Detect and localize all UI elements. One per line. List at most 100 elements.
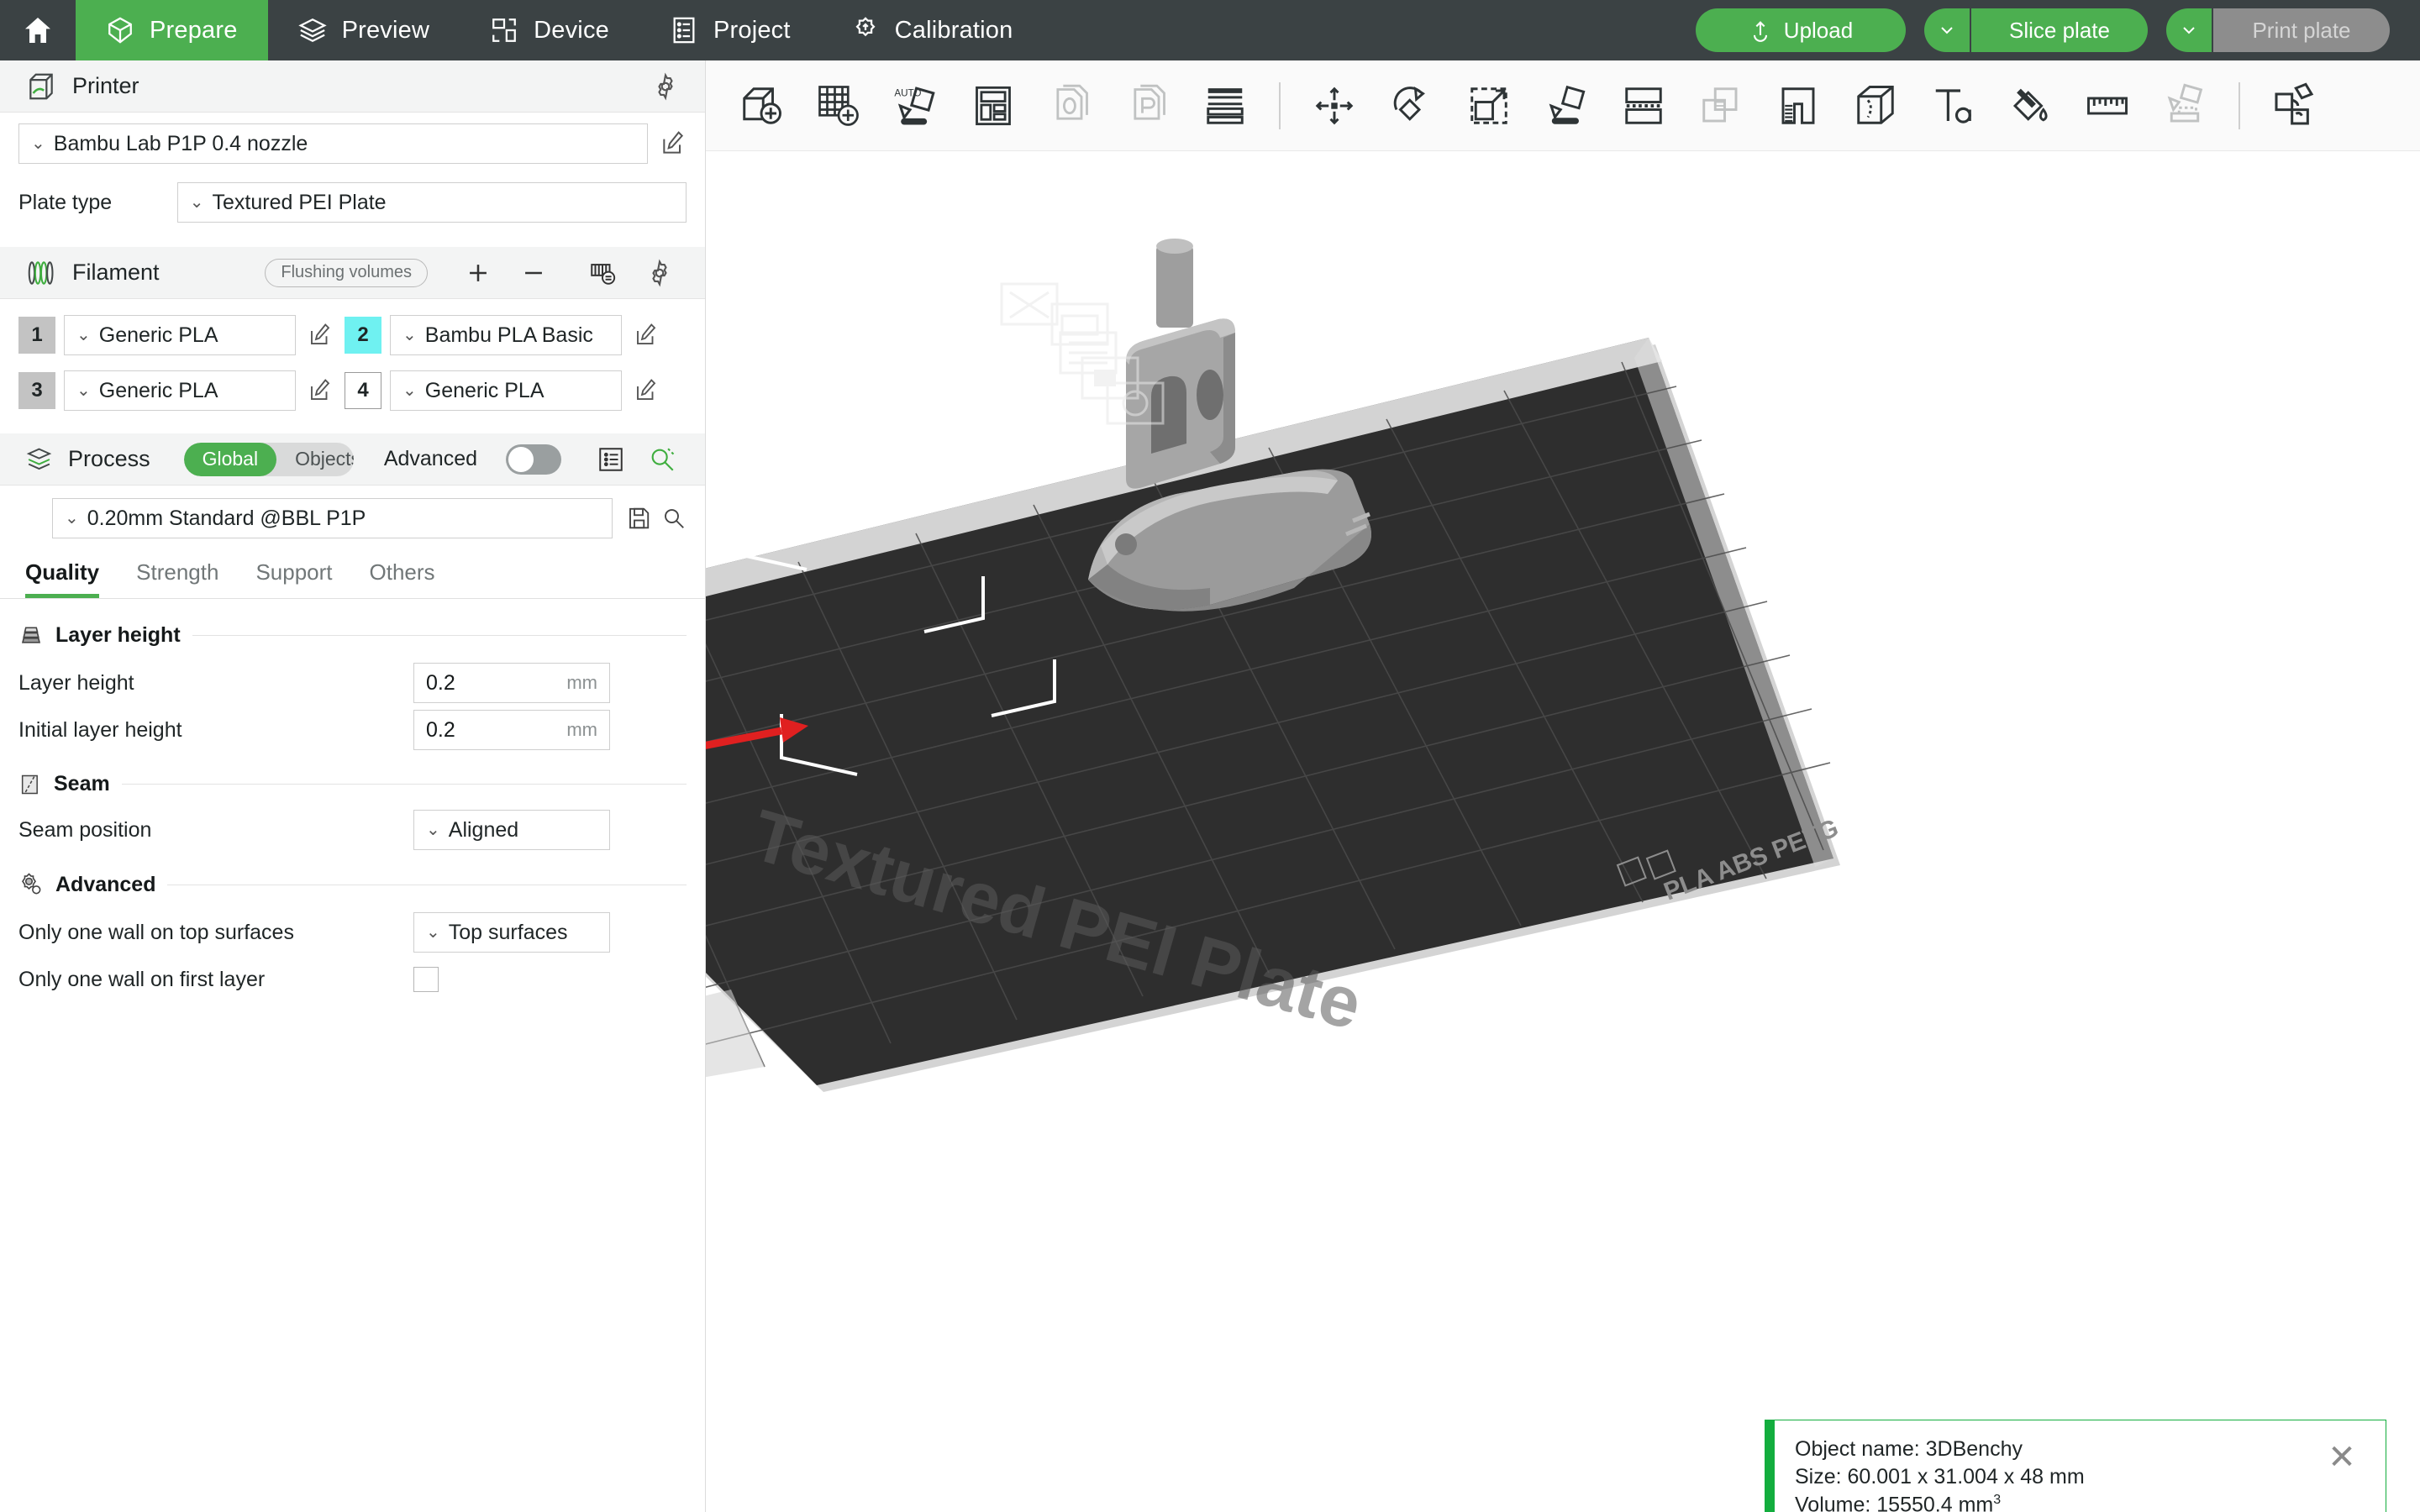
- filament-3-select[interactable]: ⌄ Generic PLA: [64, 370, 296, 411]
- nav-tab-preview[interactable]: Preview: [268, 0, 460, 60]
- printer-section-header: Printer: [0, 60, 705, 113]
- filament-settings-button[interactable]: [639, 253, 680, 293]
- nav-tab-project[interactable]: Project: [639, 0, 821, 60]
- printer-preset-select[interactable]: ⌄ Bambu Lab P1P 0.4 nozzle: [18, 123, 648, 164]
- support-painting-icon[interactable]: [1761, 71, 1835, 141]
- filament-spool-icon: [28, 260, 54, 285]
- seam-painting-icon[interactable]: [1839, 71, 1912, 141]
- tab-others[interactable]: Others: [370, 559, 435, 598]
- group-layer-height-title: Layer height: [55, 622, 181, 647]
- nav-tab-device[interactable]: Device: [460, 0, 639, 60]
- remove-filament-button[interactable]: [513, 253, 554, 293]
- scale-icon[interactable]: [1452, 71, 1526, 141]
- search-preset-button[interactable]: [661, 506, 687, 531]
- filament-4-edit-button[interactable]: [634, 378, 659, 403]
- add-plate-icon[interactable]: [802, 71, 876, 141]
- build-plate-scene[interactable]: Textured PEI Plate PLA ABS PETG: [706, 151, 2420, 1512]
- process-scope-global[interactable]: Global: [183, 442, 277, 476]
- seam-icon: [21, 774, 38, 794]
- parameter-list-button[interactable]: [592, 439, 629, 480]
- plate-type-select[interactable]: ⌄ Textured PEI Plate: [176, 182, 687, 223]
- gear-calibration-icon: [855, 17, 876, 37]
- filament-4-color-swatch[interactable]: 4: [345, 372, 381, 409]
- one-wall-first-layer-checkbox[interactable]: [413, 967, 439, 992]
- measure-icon[interactable]: [2070, 71, 2144, 141]
- layers-icon: [297, 18, 327, 43]
- layers-editing-icon[interactable]: [1188, 71, 1262, 141]
- edit-icon: [311, 323, 330, 344]
- color-painting-icon[interactable]: [1993, 71, 2067, 141]
- printer-settings-button[interactable]: [651, 71, 680, 101]
- filament-4-value: Generic PLA: [424, 378, 544, 402]
- filament-1-color-swatch[interactable]: 1: [18, 317, 55, 354]
- print-plate-dropdown-button[interactable]: [2166, 8, 2213, 52]
- tab-others-label: Others: [369, 559, 435, 585]
- add-filament-button[interactable]: [458, 253, 498, 293]
- place-on-face-icon[interactable]: [1529, 71, 1603, 141]
- filament-2-edit-button[interactable]: [634, 323, 659, 348]
- tab-quality[interactable]: Quality: [25, 559, 100, 598]
- initial-layer-height-input[interactable]: 0.2 mm: [413, 710, 610, 750]
- layer-height-input[interactable]: 0.2 mm: [413, 663, 610, 703]
- tab-strength[interactable]: Strength: [136, 559, 218, 598]
- one-wall-top-select[interactable]: ⌄ Top surfaces: [413, 912, 610, 953]
- filament-2-select[interactable]: ⌄ Bambu PLA Basic: [390, 315, 622, 355]
- slice-plate-dropdown-button[interactable]: [1924, 8, 1971, 52]
- tab-support[interactable]: Support: [255, 559, 332, 598]
- chevron-down-icon: [2183, 27, 2195, 34]
- chevron-down-icon: ⌄: [65, 509, 79, 528]
- close-icon[interactable]: ✕: [2320, 1436, 2364, 1479]
- nav-tab-preview-label: Preview: [341, 16, 430, 44]
- filament-3-edit-button[interactable]: [308, 378, 333, 403]
- add-object-icon[interactable]: [724, 71, 798, 141]
- search-gear-icon: [651, 447, 675, 471]
- top-navigation-bar: Prepare Preview Device Project Calibrati…: [0, 0, 2420, 60]
- process-preset-select[interactable]: ⌄ 0.20mm Standard @BBL P1P: [52, 498, 613, 538]
- filament-sync-button[interactable]: [581, 253, 624, 293]
- assembly-icon: [2148, 71, 2222, 141]
- simplify-icon[interactable]: [2257, 71, 2331, 141]
- tab-quality-label: Quality: [25, 559, 100, 585]
- filament-4-select[interactable]: ⌄ Generic PLA: [390, 370, 622, 411]
- home-button[interactable]: [0, 0, 76, 60]
- advanced-toggle[interactable]: [506, 444, 562, 475]
- toolbar-separator: [1279, 81, 1281, 129]
- arrange-icon[interactable]: [956, 71, 1030, 141]
- gear-icon: [652, 258, 667, 287]
- slice-plate-label: Slice plate: [2009, 17, 2110, 43]
- text-emboss-icon[interactable]: [1916, 71, 1990, 141]
- process-scope-objects[interactable]: Objects: [276, 443, 354, 476]
- field-seam-position-label: Seam position: [18, 817, 152, 842]
- save-process-preset-button[interactable]: [626, 506, 651, 531]
- slice-plate-button[interactable]: Slice plate: [1971, 8, 2148, 52]
- filament-1-value: Generic PLA: [98, 323, 218, 347]
- flushing-volumes-button[interactable]: Flushing volumes: [265, 258, 428, 287]
- filament-4-index: 4: [357, 379, 369, 402]
- move-icon[interactable]: [1297, 71, 1371, 141]
- printer-edit-button[interactable]: [660, 130, 687, 157]
- search-parameter-button[interactable]: [644, 439, 680, 480]
- nav-tab-prepare[interactable]: Prepare: [76, 0, 268, 60]
- auto-orient-icon[interactable]: AUTO: [879, 71, 953, 141]
- filament-section-header: Filament Flushing volumes: [0, 247, 705, 299]
- seam-position-select[interactable]: ⌄ Aligned: [413, 810, 610, 850]
- chevron-down-icon: ⌄: [402, 326, 417, 344]
- upload-button[interactable]: Upload: [1696, 8, 1906, 52]
- plate-type-label: Plate type: [18, 190, 113, 214]
- nav-tab-calibration[interactable]: Calibration: [821, 0, 1044, 60]
- filament-3-color-swatch[interactable]: 3: [18, 372, 55, 409]
- advanced-toggle-label: Advanced: [383, 447, 478, 470]
- gears-icon: [22, 873, 41, 895]
- model-toolbar: AUTO: [706, 60, 2420, 151]
- filament-1-edit-button[interactable]: [308, 323, 333, 348]
- filament-2-color-swatch[interactable]: 2: [345, 317, 381, 354]
- chevron-down-icon: ⌄: [31, 134, 45, 153]
- filament-1-select[interactable]: ⌄ Generic PLA: [64, 315, 296, 355]
- cut-icon[interactable]: [1607, 71, 1681, 141]
- group-seam-title: Seam: [54, 772, 110, 795]
- layer-stack-icon: [21, 627, 41, 643]
- group-advanced-title: Advanced: [55, 872, 156, 896]
- chevron-down-icon: ⌄: [189, 193, 204, 212]
- field-one-wall-top-label: Only one wall on top surfaces: [18, 920, 294, 944]
- rotate-icon[interactable]: [1375, 71, 1449, 141]
